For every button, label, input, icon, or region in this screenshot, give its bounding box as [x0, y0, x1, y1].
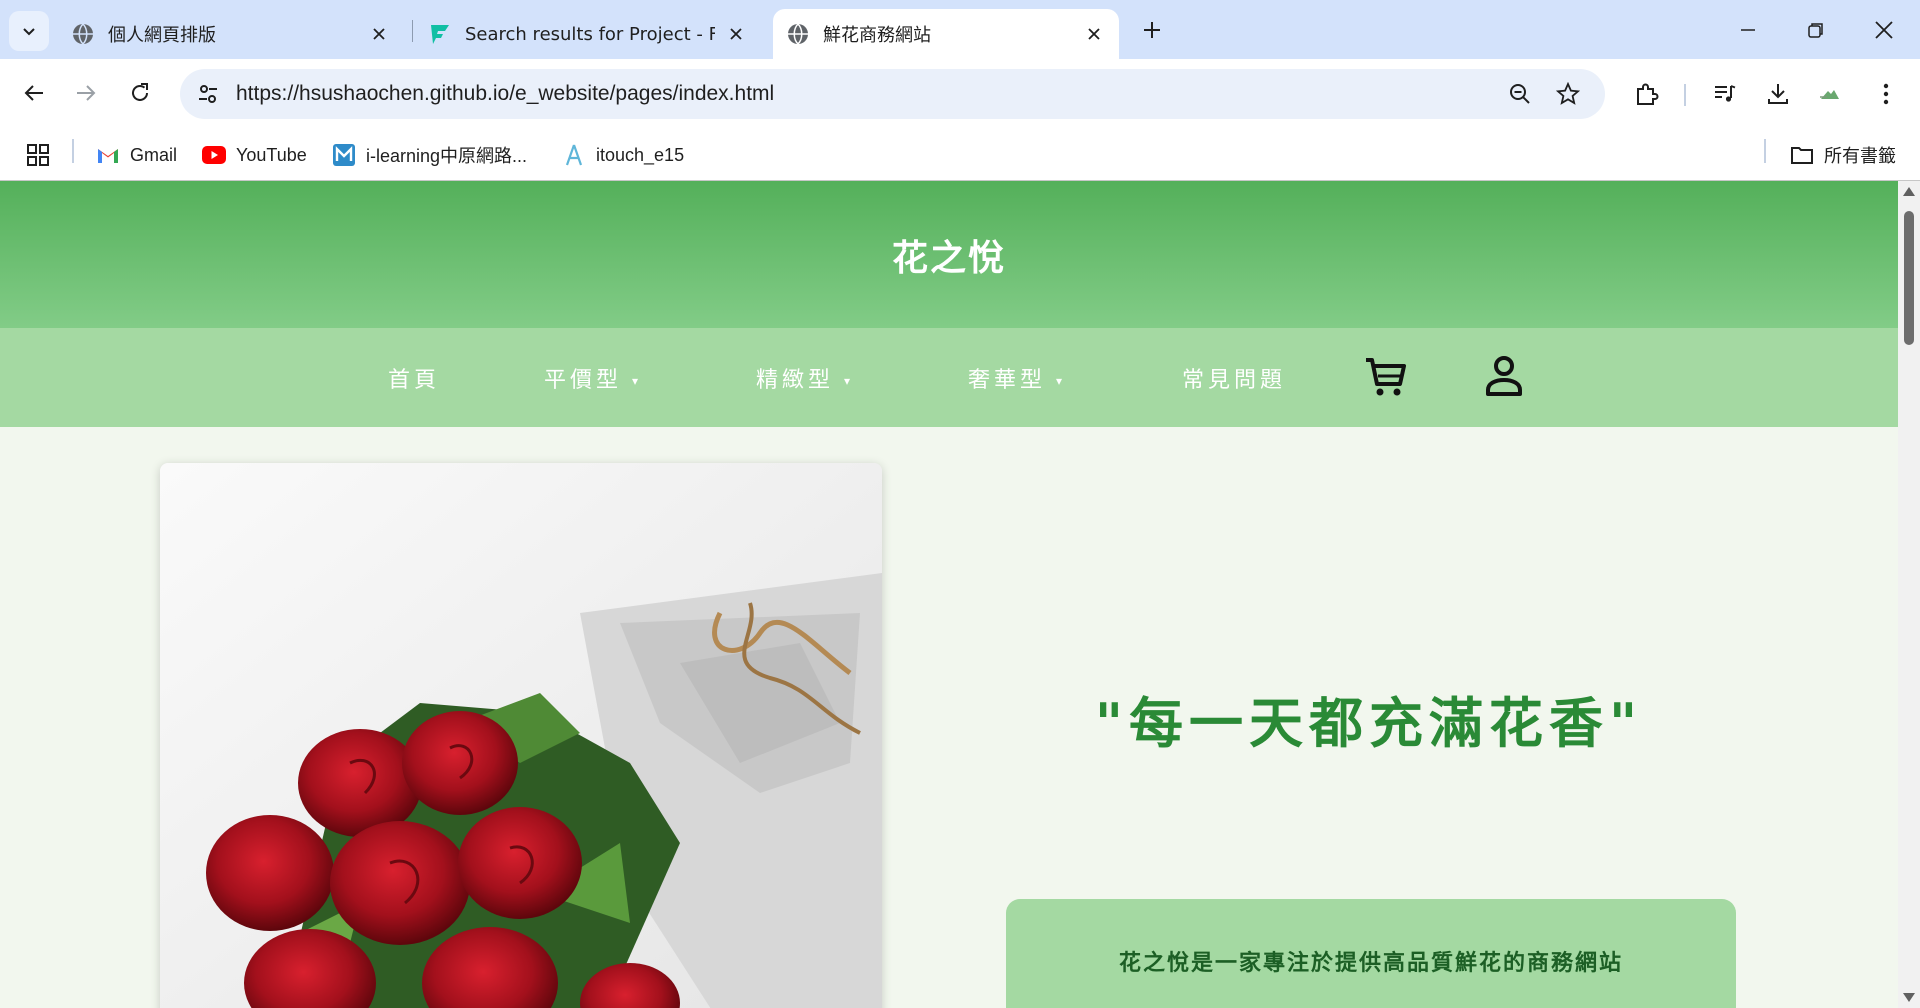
scroll-up-icon[interactable] — [1903, 187, 1915, 196]
user-icon[interactable] — [1480, 352, 1528, 400]
all-bookmarks-button[interactable]: 所有書籤 — [1790, 140, 1896, 170]
tab-flower-site[interactable]: 鮮花商務網站 — [773, 9, 1119, 59]
avatar — [1819, 83, 1841, 105]
close-window-button[interactable] — [1864, 10, 1904, 50]
caret-down-icon: ▾ — [632, 374, 643, 388]
nav-label: 常見問題 — [1182, 368, 1287, 393]
tab-personal-page[interactable]: 個人網頁排版 — [58, 9, 404, 59]
close-icon[interactable] — [368, 23, 390, 45]
bookmarks-divider — [1764, 139, 1766, 163]
nav-home[interactable]: 首頁 — [388, 362, 440, 394]
gmail-icon — [96, 143, 120, 167]
ilearning-icon — [332, 143, 356, 167]
tab-separator — [412, 20, 413, 42]
nav-label: 奢華型 — [968, 368, 1047, 393]
browser-toolbar: https://hsushaochen.github.io/e_website/… — [0, 59, 1920, 130]
reload-button[interactable] — [120, 73, 160, 113]
bookmark-label: itouch_e15 — [596, 144, 685, 165]
more-vert-icon — [1883, 83, 1889, 105]
minimize-icon — [1741, 29, 1755, 31]
tab-title: 鮮花商務網站 — [823, 25, 931, 46]
chevron-down-icon — [23, 28, 35, 36]
page-scrollbar[interactable] — [1898, 181, 1920, 1008]
puzzle-icon — [1637, 83, 1659, 105]
nav-faq[interactable]: 常見問題 — [1182, 362, 1286, 394]
bookmarks-divider — [72, 139, 74, 163]
apps-button[interactable] — [26, 140, 50, 170]
download-icon — [1768, 84, 1788, 104]
youtube-icon — [202, 143, 226, 167]
page-viewport: 花之悅 首頁 平價型 ▾ 精緻型 ▾ 奢華型 ▾ 常見問題 "每一天都充滿花香"… — [0, 181, 1898, 1008]
restore-icon — [1808, 23, 1823, 38]
bookmark-label: i-learning中原網路... — [366, 146, 528, 166]
profile-button[interactable] — [1810, 74, 1850, 114]
new-tab-button[interactable] — [1136, 14, 1168, 46]
media-control-button[interactable] — [1705, 74, 1745, 114]
hero-image — [160, 463, 882, 1008]
close-icon[interactable] — [1083, 23, 1105, 45]
nav-affordable[interactable]: 平價型 ▾ — [544, 362, 642, 394]
globe-icon — [73, 23, 93, 45]
nav-refined[interactable]: 精緻型 ▾ — [756, 362, 854, 394]
site-info-button[interactable] — [192, 78, 224, 110]
playlist-music-icon — [1715, 85, 1736, 102]
folder-icon — [1790, 143, 1814, 167]
close-icon[interactable] — [725, 23, 747, 45]
tab-flaticon-search[interactable]: Search results for Project - Fla — [415, 9, 761, 59]
site-title[interactable]: 花之悅 — [892, 229, 1006, 281]
minimize-button[interactable] — [1728, 10, 1768, 50]
bookmark-gmail[interactable]: Gmail — [96, 140, 177, 170]
close-icon — [1875, 21, 1893, 39]
bookmark-star-button[interactable] — [1552, 78, 1584, 110]
star-icon — [1556, 82, 1580, 105]
url-text[interactable]: https://hsushaochen.github.io/e_website/… — [236, 82, 774, 106]
site-header: 花之悅 — [0, 181, 1898, 328]
tab-title: 個人網頁排版 — [108, 25, 216, 46]
reload-icon — [132, 83, 148, 101]
bookmark-label: 所有書籤 — [1824, 146, 1896, 166]
address-bar[interactable]: https://hsushaochen.github.io/e_website/… — [180, 69, 1605, 119]
globe-icon — [788, 23, 808, 45]
nav-label: 平價型 — [544, 368, 623, 393]
itouch-icon — [562, 143, 586, 167]
bookmark-label: YouTube — [236, 144, 307, 165]
arrow-left-icon — [24, 85, 43, 101]
apps-grid-icon — [27, 144, 49, 166]
caret-down-icon: ▾ — [1056, 374, 1067, 388]
bookmark-itouch[interactable]: itouch_e15 — [562, 140, 684, 170]
forward-button[interactable] — [66, 73, 106, 113]
zoom-out-icon — [1510, 84, 1530, 104]
nav-label: 精緻型 — [756, 368, 835, 393]
about-text: 花之悅是一家專注於提供高品質鮮花的商務網站 — [1118, 950, 1623, 976]
restore-button[interactable] — [1796, 10, 1836, 50]
extensions-button[interactable] — [1627, 74, 1667, 114]
tab-search-button[interactable] — [9, 11, 49, 51]
zoom-button[interactable] — [1504, 78, 1536, 110]
downloads-button[interactable] — [1758, 74, 1798, 114]
bookmarks-bar: Gmail YouTube i-learning中原網路... itouch_e… — [0, 130, 1920, 181]
menu-button[interactable] — [1866, 74, 1906, 114]
cart-icon[interactable] — [1362, 352, 1410, 400]
bookmark-youtube[interactable]: YouTube — [202, 140, 307, 170]
scroll-thumb[interactable] — [1904, 211, 1914, 345]
tune-icon — [199, 85, 217, 103]
site-nav: 首頁 平價型 ▾ 精緻型 ▾ 奢華型 ▾ 常見問題 — [0, 328, 1898, 427]
bookmark-label: Gmail — [130, 144, 178, 165]
tab-strip: 個人網頁排版 Search results for Project - Fla … — [0, 0, 1920, 59]
slogan: "每一天都充滿花香" — [1094, 691, 1644, 755]
nav-luxury[interactable]: 奢華型 ▾ — [968, 362, 1066, 394]
scroll-down-icon[interactable] — [1903, 993, 1915, 1002]
arrow-right-icon — [77, 85, 96, 101]
roses-bouquet-image — [160, 463, 882, 1008]
about-card: 花之悅是一家專注於提供高品質鮮花的商務網站 — [1006, 899, 1736, 1008]
bookmark-ilearning[interactable]: i-learning中原網路... — [332, 140, 527, 170]
tab-title: Search results for Project - Fla — [465, 23, 715, 45]
flaticon-icon — [431, 25, 449, 44]
caret-down-icon: ▾ — [844, 374, 855, 388]
plus-icon — [1144, 22, 1160, 38]
toolbar-divider — [1684, 84, 1686, 106]
nav-label: 首頁 — [388, 368, 441, 393]
back-button[interactable] — [14, 73, 54, 113]
